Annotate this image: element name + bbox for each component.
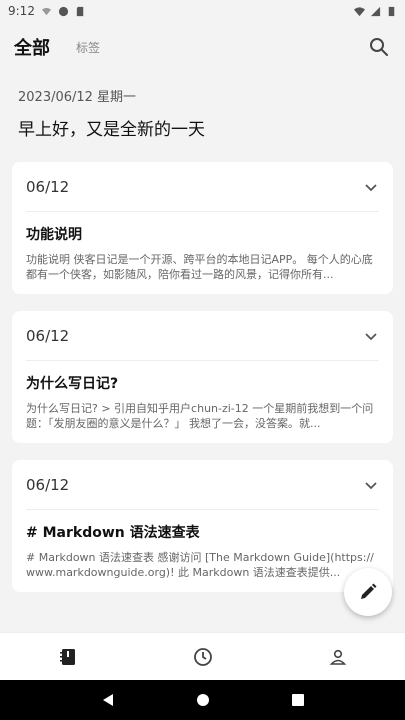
system-navigation-bar	[0, 680, 405, 720]
app-bar: 全部 标签	[0, 22, 405, 72]
chevron-down-icon	[365, 183, 377, 191]
current-date: 2023/06/12 星期一	[18, 90, 137, 105]
card-title: 功能说明	[26, 227, 82, 243]
diary-card[interactable]: 06/12 功能说明 功能说明 侠客日记是一个开源、跨平台的本地日记APP。 每…	[12, 162, 393, 294]
tab-all[interactable]: 全部	[14, 34, 50, 60]
bottom-navigation	[0, 632, 405, 680]
pencil-icon	[361, 583, 377, 599]
status-time: 9:12	[8, 4, 35, 18]
card-preview: # Markdown 语法速查表 感谢访问 [The Markdown Guid…	[26, 551, 374, 579]
card-header: 06/12	[26, 162, 379, 212]
chevron-down-icon	[365, 332, 377, 340]
new-entry-button[interactable]	[344, 568, 392, 616]
status-bar: 9:12	[0, 0, 405, 22]
card-header: 06/12	[26, 460, 379, 510]
tab-tags[interactable]: 标签	[76, 39, 100, 56]
card-date: 06/12	[26, 326, 70, 345]
card-header: 06/12	[26, 311, 379, 361]
expand-button[interactable]	[363, 328, 379, 344]
greeting-text: 早上好，又是全新的一天	[18, 120, 205, 140]
chevron-down-icon	[365, 481, 377, 489]
expand-button[interactable]	[363, 179, 379, 195]
diary-icon	[59, 648, 75, 665]
wifi-off-icon	[41, 7, 52, 15]
nav-diary[interactable]	[0, 633, 135, 680]
card-date: 06/12	[26, 177, 70, 196]
search-button[interactable]	[367, 35, 391, 59]
signal-icon	[370, 6, 381, 16]
card-preview: 为什么写日记? > 引用自知乎用户chun-zi-12 一个星期前我想到一个问题…	[26, 402, 374, 430]
search-icon	[370, 38, 388, 56]
diary-card[interactable]: 06/12 为什么写日记? 为什么写日记? > 引用自知乎用户chun-zi-1…	[12, 311, 393, 443]
profile-icon	[329, 649, 346, 665]
nav-profile[interactable]	[270, 633, 405, 680]
diary-list: 06/12 功能说明 功能说明 侠客日记是一个开源、跨平台的本地日记APP。 每…	[0, 140, 405, 592]
sd-card-icon	[76, 6, 84, 16]
card-date: 06/12	[26, 475, 70, 494]
expand-button[interactable]	[363, 477, 379, 493]
card-title: 为什么写日记?	[26, 376, 119, 392]
diary-card[interactable]: 06/12 # Markdown 语法速查表 # Markdown 语法速查表 …	[12, 460, 393, 592]
history-icon	[193, 647, 212, 666]
card-title: # Markdown 语法速查表	[26, 525, 200, 541]
nav-history[interactable]	[135, 633, 270, 680]
app-notification-icon	[58, 6, 69, 16]
home-icon[interactable]	[196, 693, 210, 707]
recents-icon[interactable]	[291, 693, 305, 707]
battery-icon	[388, 6, 395, 16]
card-preview: 功能说明 侠客日记是一个开源、跨平台的本地日记APP。 每个人的心底都有一个侠客…	[26, 253, 373, 281]
back-icon[interactable]	[101, 693, 115, 707]
wifi-icon	[354, 6, 365, 16]
